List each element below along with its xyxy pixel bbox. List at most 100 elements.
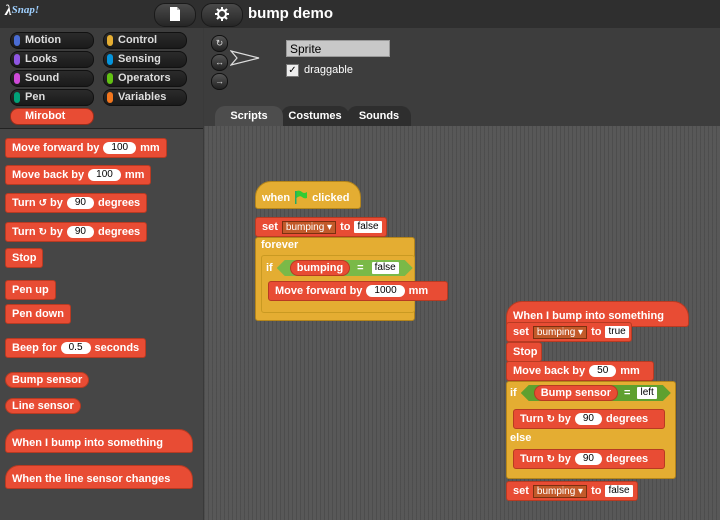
block-move-forward[interactable]: Move forward by 100 mm — [5, 138, 167, 158]
block-label: mm — [140, 142, 160, 154]
block-label: Bump sensor — [12, 374, 83, 386]
block-set-variable[interactable]: set bumping ▾ to true — [506, 322, 632, 342]
category-color-chip — [107, 35, 113, 46]
block-turn-right[interactable]: Turn ↻ by 90 degrees — [5, 222, 148, 242]
number-slot[interactable]: 0.5 — [60, 342, 91, 354]
file-menu-button[interactable] — [154, 3, 196, 27]
block-label: Move forward by — [275, 285, 363, 297]
text-slot[interactable]: false — [372, 262, 399, 274]
category-selector: Motion Control Looks Sensing Sound Opera… — [0, 28, 203, 129]
block-stop[interactable]: Stop — [506, 342, 542, 362]
block-label: mm — [408, 285, 429, 297]
text-slot[interactable]: false — [605, 485, 633, 497]
block-label: Turn — [12, 226, 36, 238]
block-label: seconds — [94, 342, 140, 354]
category-pen[interactable]: Pen — [10, 89, 94, 106]
block-label: when — [262, 192, 291, 204]
block-beep[interactable]: Beep for 0.5 seconds — [5, 338, 147, 358]
block-label: degrees — [605, 413, 649, 425]
number-slot[interactable]: 90 — [574, 413, 602, 425]
block-move-forward[interactable]: Move forward by 1000 mm — [268, 281, 448, 301]
block-label: When I bump into something — [513, 310, 664, 322]
block-turn-right[interactable]: Turn ↻ by 90 degrees — [513, 409, 665, 429]
project-title: bump demo — [248, 5, 333, 22]
rotation-style-left-right-button[interactable]: ↔ — [211, 54, 228, 71]
block-line-sensor[interactable]: Line sensor — [5, 398, 81, 414]
block-palette: Move forward by 100 mm Move back by 100 … — [0, 129, 203, 520]
category-operators[interactable]: Operators — [103, 70, 187, 87]
scripting-area[interactable]: when clicked set bumping ▾ to false fore… — [204, 126, 720, 520]
block-label: Beep for — [12, 342, 57, 354]
else-label: else — [510, 432, 532, 444]
category-color-chip — [14, 35, 20, 46]
block-bump-sensor[interactable]: Bump sensor — [5, 372, 90, 388]
block-turn-right[interactable]: Turn ↻ by 90 degrees — [513, 449, 665, 469]
category-color-chip — [107, 54, 113, 65]
block-label: by — [558, 413, 571, 425]
text-slot[interactable]: true — [605, 326, 629, 338]
category-color-chip — [107, 73, 113, 84]
block-stop[interactable]: Stop — [5, 248, 44, 268]
rotate-right-icon: ↻ — [546, 453, 556, 465]
rotate-right-icon: ↻ — [546, 413, 556, 425]
number-slot[interactable]: 1000 — [366, 285, 405, 297]
draggable-checkbox[interactable]: ✓ — [286, 64, 299, 77]
variable-dropdown[interactable]: bumping ▾ — [281, 220, 337, 234]
number-slot[interactable]: 50 — [589, 365, 617, 377]
draggable-label: draggable — [304, 64, 353, 76]
text-slot[interactable]: false — [354, 221, 382, 233]
block-label: to — [591, 326, 602, 338]
block-label: mm — [124, 169, 145, 181]
rotation-style-rotate-button[interactable]: ↻ — [211, 35, 228, 52]
sprite-arrow-icon — [229, 49, 260, 69]
rotation-style-none-button[interactable]: → — [211, 73, 228, 90]
block-turn-left[interactable]: Turn ↺ by 90 degrees — [5, 193, 148, 213]
block-when-line-changes[interactable]: When the line sensor changes — [5, 465, 193, 489]
category-mirobot[interactable]: Mirobot — [10, 108, 94, 125]
tab-scripts[interactable]: Scripts — [215, 106, 283, 126]
bump-sensor-reporter[interactable]: Bump sensor — [534, 385, 618, 401]
number-slot[interactable]: 90 — [66, 197, 94, 209]
block-label: Move back by — [12, 169, 85, 181]
number-slot[interactable]: 100 — [103, 142, 137, 154]
tab-sounds[interactable]: Sounds — [347, 106, 411, 126]
block-label: set — [262, 221, 278, 233]
number-slot[interactable]: 90 — [574, 453, 602, 465]
category-color-chip — [107, 92, 113, 103]
block-pen-down[interactable]: Pen down — [5, 304, 71, 324]
category-motion[interactable]: Motion — [10, 32, 94, 49]
equals-predicate[interactable]: bumping = false — [277, 260, 413, 276]
block-set-variable[interactable]: set bumping ▾ to false — [255, 217, 387, 237]
category-sensing[interactable]: Sensing — [103, 51, 187, 68]
number-slot[interactable]: 90 — [66, 226, 94, 238]
category-sound[interactable]: Sound — [10, 70, 94, 87]
block-label: mm — [620, 365, 640, 377]
block-move-back[interactable]: Move back by 50 mm — [506, 361, 654, 381]
block-label: if — [266, 262, 273, 274]
variable-reporter[interactable]: bumping — [290, 260, 350, 276]
block-when-flag-clicked[interactable]: when clicked — [255, 181, 361, 209]
block-label: degrees — [97, 197, 141, 209]
number-slot[interactable]: 100 — [88, 169, 121, 181]
snap-logo[interactable]: λSnap! — [5, 3, 39, 20]
category-control[interactable]: Control — [103, 32, 187, 49]
category-looks[interactable]: Looks — [10, 51, 94, 68]
block-move-back[interactable]: Move back by 100 mm — [5, 165, 152, 185]
equals-predicate[interactable]: Bump sensor = left — [521, 385, 671, 401]
block-when-bump[interactable]: When I bump into something — [5, 429, 193, 453]
sprite-name-input[interactable]: Sprite — [286, 40, 390, 57]
block-label: Stop — [513, 346, 538, 358]
block-label: if — [510, 387, 517, 399]
block-pen-up[interactable]: Pen up — [5, 280, 56, 300]
text-slot[interactable]: left — [637, 387, 656, 399]
variable-dropdown[interactable]: bumping ▾ — [532, 325, 588, 339]
variable-dropdown[interactable]: bumping ▾ — [532, 484, 588, 498]
top-bar: λSnap! bump demo — [0, 0, 720, 28]
tab-costumes[interactable]: Costumes — [281, 106, 349, 126]
block-set-variable[interactable]: set bumping ▾ to false — [506, 481, 638, 501]
green-flag-icon — [294, 190, 308, 207]
block-label: Turn — [12, 197, 36, 209]
block-label: When I bump into something — [12, 437, 163, 449]
category-variables[interactable]: Variables — [103, 89, 187, 106]
settings-menu-button[interactable] — [201, 3, 243, 27]
